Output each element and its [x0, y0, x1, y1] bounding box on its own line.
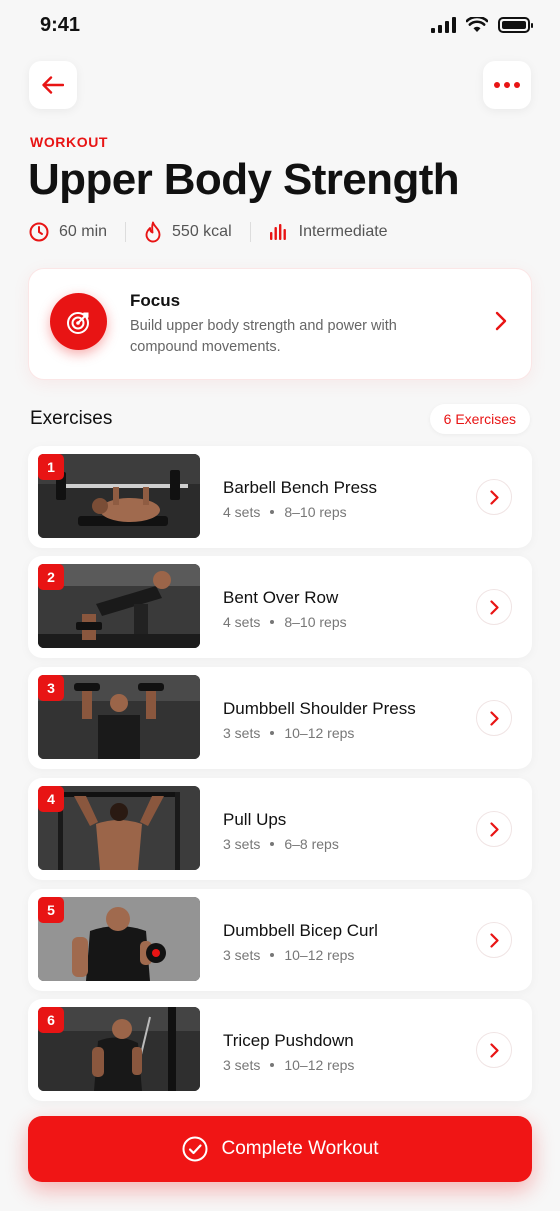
exercise-name: Pull Ups [223, 810, 287, 829]
arrow-left-icon [42, 76, 64, 94]
exercise-number-badge: 6 [38, 1007, 64, 1033]
more-dots-icon [494, 82, 520, 88]
open-exercise-button[interactable] [476, 700, 512, 736]
exercise-detail: 3 sets 10–12 reps [223, 947, 354, 963]
status-icons [431, 17, 533, 33]
exercise-sets: 4 sets [223, 504, 261, 520]
chevron-right-icon [489, 710, 499, 726]
exercise-reps: 8–10 reps [284, 614, 347, 630]
exercise-name: Dumbbell Shoulder Press [223, 699, 416, 718]
meta-divider [249, 222, 251, 242]
focus-card[interactable]: Focus Build upper body strength and powe… [28, 268, 532, 380]
open-exercise-button[interactable] [476, 589, 512, 625]
level-label: Intermediate [298, 223, 388, 240]
back-button[interactable] [29, 61, 77, 109]
separator-dot [270, 731, 275, 735]
focus-title: Focus [130, 291, 181, 310]
chevron-right-icon [489, 932, 499, 948]
open-exercise-button[interactable] [476, 922, 512, 958]
duration-meta: 60 min [29, 222, 107, 242]
separator-dot [270, 1063, 275, 1067]
exercise-name: Dumbbell Bicep Curl [223, 921, 378, 940]
section-eyebrow: WORKOUT [30, 134, 109, 150]
focus-description: Build upper body strength and power with… [130, 318, 397, 355]
separator-dot [270, 510, 275, 514]
exercise-reps: 6–8 reps [284, 836, 339, 852]
target-icon [50, 293, 107, 350]
exercise-name: Tricep Pushdown [223, 1031, 354, 1050]
exercise-reps: 10–12 reps [284, 947, 355, 963]
intensity-bars-icon [269, 224, 286, 240]
wifi-icon [466, 17, 488, 32]
exercise-card[interactable]: 3 Dumbbell Shoulder Press 3 sets 10–12 r… [28, 667, 532, 769]
exercise-name: Barbell Bench Press [223, 478, 378, 497]
exercise-sets: 3 sets [223, 836, 261, 852]
chevron-right-icon [489, 599, 499, 615]
exercise-sets: 3 sets [223, 725, 261, 741]
open-exercise-button[interactable] [476, 811, 512, 847]
exercise-card[interactable]: 2 Bent Over Row 4 sets 8–10 reps [28, 556, 532, 658]
exercise-number-badge: 1 [38, 454, 64, 480]
exercise-reps: 10–12 reps [284, 725, 355, 741]
workout-meta: 60 min 550 kcal Intermediate [29, 220, 388, 244]
exercise-sets: 4 sets [223, 614, 261, 630]
clock-icon [29, 222, 49, 242]
cellular-signal-icon [431, 17, 456, 33]
open-exercise-button[interactable] [476, 479, 512, 515]
status-bar: 9:41 [0, 0, 560, 56]
exercise-sets: 3 sets [223, 947, 261, 963]
chevron-right-icon [489, 1042, 499, 1058]
page-title: Upper Body Strength [28, 155, 460, 204]
exercise-detail: 3 sets 10–12 reps [223, 725, 354, 741]
exercises-heading: Exercises [30, 408, 113, 429]
exercise-card[interactable]: 4 Pull Ups 3 sets 6–8 reps [28, 778, 532, 880]
exercise-card[interactable]: 6 Tricep Pushdown 3 sets 10–12 reps [28, 999, 532, 1101]
exercise-detail: 3 sets 10–12 reps [223, 1057, 354, 1073]
separator-dot [270, 953, 275, 957]
exercise-number-badge: 4 [38, 786, 64, 812]
exercise-name: Bent Over Row [223, 588, 339, 607]
exercise-card[interactable]: 1 Barbell Bench Press 4 sets 8–10 reps [28, 446, 532, 548]
chevron-right-icon [489, 821, 499, 837]
exercise-number-badge: 5 [38, 897, 64, 923]
flame-icon [145, 221, 161, 243]
exercise-card[interactable]: 5 Dumbbell Bicep Curl 3 sets 10–12 reps [28, 889, 532, 991]
complete-workout-button[interactable]: Complete Workout [28, 1116, 532, 1182]
meta-divider [125, 222, 127, 242]
chevron-right-icon [489, 489, 499, 505]
exercise-detail: 4 sets 8–10 reps [223, 504, 347, 520]
duration-label: 60 min [59, 223, 108, 240]
level-meta: Intermediate [269, 223, 388, 241]
exercise-detail: 3 sets 6–8 reps [223, 836, 339, 852]
calories-meta: 550 kcal [144, 221, 232, 243]
open-exercise-button[interactable] [476, 1032, 512, 1068]
exercise-number-badge: 2 [38, 564, 64, 590]
exercise-count-badge: 6 Exercises [429, 404, 530, 434]
chevron-right-icon [495, 311, 507, 331]
exercise-number-badge: 3 [38, 675, 64, 701]
separator-dot [270, 842, 275, 846]
more-options-button[interactable] [483, 61, 531, 109]
check-circle-icon [182, 1136, 207, 1162]
exercise-detail: 4 sets 8–10 reps [223, 614, 347, 630]
exercise-reps: 8–10 reps [284, 504, 347, 520]
exercise-sets: 3 sets [223, 1057, 261, 1073]
status-time: 9:41 [40, 14, 81, 36]
separator-dot [270, 620, 275, 624]
complete-workout-label: Complete Workout [221, 1138, 379, 1159]
exercise-reps: 10–12 reps [284, 1057, 355, 1073]
calories-label: 550 kcal [172, 223, 232, 240]
battery-icon [498, 17, 533, 33]
